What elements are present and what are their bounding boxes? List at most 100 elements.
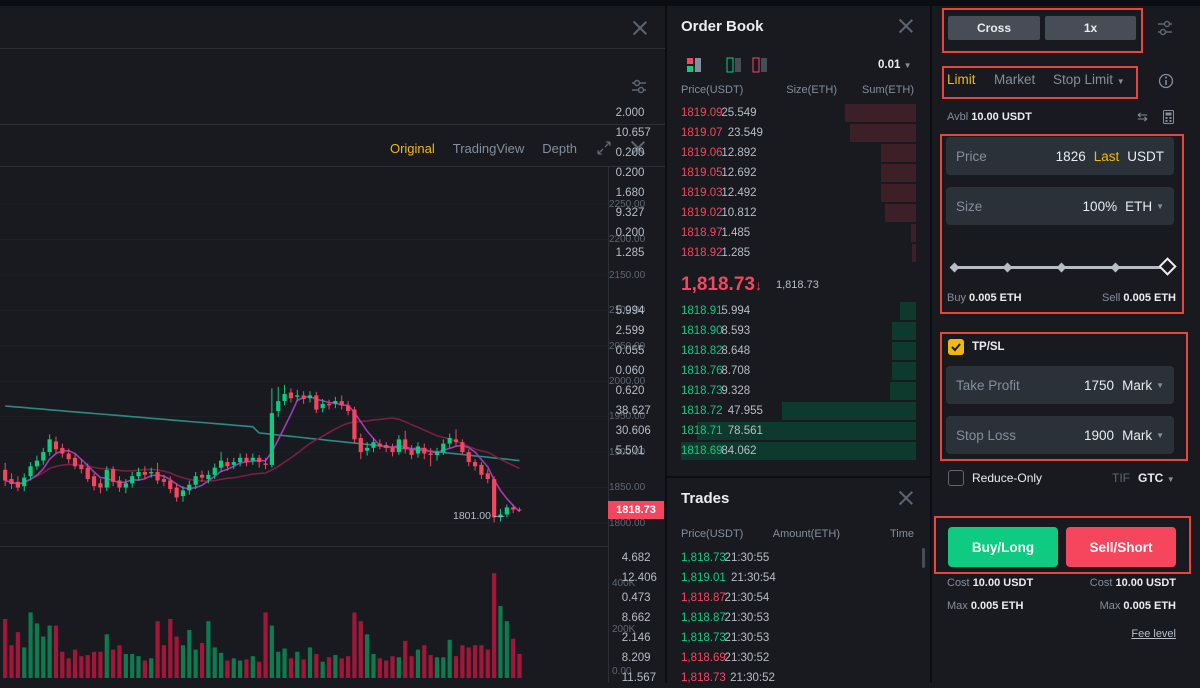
price-value: 1826 — [1055, 148, 1086, 164]
ask-row[interactable]: 1819.09 2.000 25.549 — [616, 103, 930, 123]
buy-long-button[interactable]: Buy/Long — [948, 527, 1058, 567]
candle — [377, 439, 382, 450]
settings-sliders-icon[interactable] — [630, 78, 648, 96]
leverage-button[interactable]: 1x — [1045, 16, 1136, 40]
candle-body — [244, 457, 249, 463]
info-icon[interactable] — [1158, 73, 1174, 89]
reduce-only-checkbox[interactable] — [948, 470, 964, 486]
close-order-book-icon[interactable] — [899, 19, 913, 33]
candle — [307, 391, 313, 403]
close-trades-icon[interactable] — [899, 491, 913, 505]
depth-bar — [900, 302, 916, 320]
volume-bar — [117, 645, 122, 678]
buy-max-value: 0.005 ETH — [970, 600, 1024, 612]
tpsl-label: TP/SL — [972, 341, 1005, 353]
ask-row[interactable]: 1818.97 0.200 1.485 — [616, 223, 930, 243]
trade-row: 1,818.73 11.567 21:30:52 — [622, 668, 930, 688]
volume-bar — [15, 632, 20, 678]
bid-row[interactable]: 1818.71 30.606 78.561 — [616, 421, 930, 441]
candle-body — [91, 476, 97, 487]
ask-row[interactable]: 1818.92 1.285 1.285 — [616, 243, 930, 263]
bid-row[interactable]: 1818.76 0.060 8.708 — [616, 361, 930, 381]
tp-trigger-select[interactable]: Mark — [1122, 378, 1152, 393]
sell-short-button[interactable]: Sell/Short — [1066, 527, 1176, 567]
chevron-down-icon: ▼ — [1156, 430, 1164, 440]
buy-value: 0.005 ETH — [969, 292, 1022, 304]
volume-bar — [472, 645, 478, 678]
volume-bar — [225, 660, 230, 678]
volume-bar — [485, 649, 490, 678]
candle — [155, 462, 160, 485]
volume-bar — [466, 647, 471, 678]
price-input[interactable]: Price 1826 Last USDT — [946, 137, 1174, 175]
stop-limit-label: Stop Limit — [1053, 72, 1114, 87]
bid-row[interactable]: 1818.90 2.599 8.593 — [616, 321, 930, 341]
low-price-value: 1801.00 — [453, 510, 491, 522]
candle — [453, 429, 459, 447]
volume-bar — [250, 656, 255, 678]
close-panel-icon[interactable] — [633, 21, 647, 35]
cost-label: Cost — [1089, 577, 1113, 589]
last-price-button[interactable]: Last — [1094, 149, 1120, 164]
candle-body — [130, 476, 135, 484]
candlestick-chart[interactable] — [0, 6, 608, 683]
size-input[interactable]: Size 100% ETH ▼ — [946, 187, 1174, 225]
ask-row[interactable]: 1819.06 0.200 12.892 — [616, 143, 930, 163]
candle-body — [117, 480, 122, 488]
take-profit-label: Take Profit — [956, 377, 1020, 393]
tif-select[interactable]: GTC ▼ — [1138, 471, 1175, 485]
tab-stop-limit[interactable]: Stop Limit ▼ — [1053, 72, 1125, 87]
sell-label: Sell — [1102, 292, 1121, 304]
volume-bar — [161, 645, 167, 678]
stop-loss-input[interactable]: Stop Loss 1900 Mark ▼ — [946, 416, 1174, 454]
precision-select[interactable]: 0.01 ▼ — [878, 59, 912, 71]
candle — [352, 406, 357, 444]
bid-row[interactable]: 1818.73 0.620 9.328 — [616, 381, 930, 401]
ask-row[interactable]: 1819.07 10.657 23.549 — [616, 123, 930, 143]
volume-bar — [415, 649, 421, 678]
bid-row[interactable]: 1818.91 5.994 5.994 — [616, 301, 930, 321]
tpsl-checkbox[interactable] — [948, 339, 964, 355]
volume-bar — [492, 573, 497, 678]
bid-row[interactable]: 1818.72 38.627 47.955 — [616, 401, 930, 421]
size-unit-select[interactable]: ETH — [1125, 199, 1152, 214]
fee-level-link[interactable]: Fee level — [1131, 628, 1176, 640]
bid-row[interactable]: 1818.82 0.055 8.648 — [616, 341, 930, 361]
sl-trigger-select[interactable]: Mark — [1122, 428, 1152, 443]
bid-size: 38.627 — [615, 405, 651, 417]
candle-body — [34, 460, 40, 467]
sell-max: Max 0.005 ETH — [1100, 600, 1176, 612]
ask-sum: 1.285 — [721, 247, 751, 259]
margin-mode-button[interactable]: Cross — [948, 16, 1040, 40]
view-asks-icon[interactable] — [752, 57, 767, 73]
view-both-icon[interactable] — [687, 58, 701, 72]
calculator-icon[interactable] — [1163, 110, 1174, 124]
ask-row[interactable]: 1819.05 0.200 12.692 — [616, 163, 930, 183]
price-tick: 2150.00 — [609, 269, 646, 281]
order-form-panel: Cross 1x Limit Market Stop Limit ▼ Avbl … — [932, 6, 1200, 683]
volume-bar — [9, 645, 14, 678]
ask-size: 9.327 — [615, 207, 645, 219]
candle-body — [453, 439, 459, 443]
view-bids-icon[interactable] — [726, 57, 741, 73]
transfer-icon[interactable]: ⇆ — [1137, 109, 1148, 125]
candle — [339, 395, 344, 410]
take-profit-input[interactable]: Take Profit 1750 Mark ▼ — [946, 366, 1174, 404]
volume-bar — [460, 645, 465, 678]
ask-row[interactable]: 1819.03 1.680 12.492 — [616, 183, 930, 203]
candle-body — [307, 395, 313, 399]
tab-limit[interactable]: Limit — [947, 72, 976, 87]
trade-price: 1,818.73 — [681, 552, 726, 564]
preferences-icon[interactable] — [1156, 19, 1174, 37]
ask-sum: 25.549 — [721, 107, 757, 119]
trade-time: 21:30:54 — [730, 572, 776, 584]
volume-bar — [123, 653, 128, 678]
candle — [244, 453, 249, 467]
max-label: Max — [1099, 600, 1121, 612]
volume-bar — [206, 621, 211, 678]
tab-market[interactable]: Market — [994, 72, 1035, 87]
candle-body — [187, 484, 192, 491]
depth-bar — [845, 104, 916, 122]
ask-row[interactable]: 1819.02 9.327 10.812 — [616, 203, 930, 223]
bid-row[interactable]: 1818.69 5.501 84.062 — [616, 441, 930, 461]
